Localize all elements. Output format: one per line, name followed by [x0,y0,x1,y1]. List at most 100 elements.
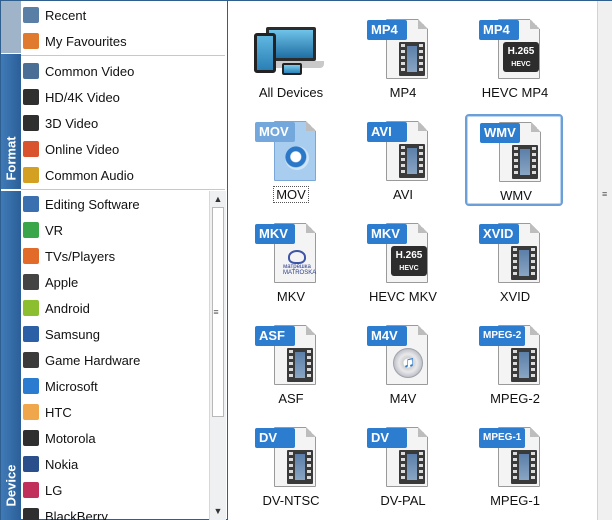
format-label: WMV [500,188,532,203]
category-label: Common Video [45,63,135,79]
top-category-list: Recent My Favourites [21,2,225,54]
format-badge: DV [255,428,295,448]
motorola-phone-icon [23,430,39,446]
video-file-icon: MP4 [367,17,428,81]
format-tile-wmv[interactable]: WMV WMV [465,114,563,206]
video-file-icon: XVID [479,221,540,285]
format-badge: MPEG-1 [479,428,526,448]
video-file-icon: ASF [255,323,316,387]
category-label: Apple [45,274,79,290]
category-item-online-video[interactable]: Online Video [21,136,225,162]
format-label: MKV [276,289,306,304]
category-item-samsung[interactable]: Samsung [21,321,209,347]
format-tile-mpeg-1[interactable]: MPEG-1 MPEG-1 [466,421,564,513]
category-label: HTC [45,404,72,420]
category-label: LG [45,482,63,498]
category-item-blackberry[interactable]: BlackBerry [21,503,209,520]
category-item-htc[interactable]: HTC [21,399,209,425]
format-tile-mpeg-2[interactable]: MPEG-2 MPEG-2 [466,319,564,411]
category-item-game-hardware[interactable]: Game Hardware [21,347,209,373]
format-tile-dv-pal[interactable]: DV DV-PAL [354,421,452,513]
category-label: Android [45,300,90,316]
format-tile-m4v[interactable]: ♫ M4V M4V [354,319,452,411]
format-label: M4V [389,391,417,406]
format-grid: All Devices MP4 MP4 H.265 HEVC MP4 HEVC MP4 MOV… [227,1,597,520]
category-item-common-audio[interactable]: Common Audio [21,162,225,188]
heart-icon [23,33,39,49]
format-section-label[interactable]: Format [1,129,21,189]
format-tile-hevc-mp4[interactable]: H.265 HEVC MP4 HEVC MP4 [466,13,564,105]
category-item-lg[interactable]: LG [21,477,209,503]
category-label: Online Video [45,141,120,157]
category-label: Recent [45,7,87,23]
format-badge: DV [367,428,407,448]
codec-label: H.265 [507,46,535,57]
category-item-my-favourites[interactable]: My Favourites [21,28,225,54]
format-badge: MOV [255,122,295,142]
format-badge: WMV [480,123,520,143]
category-item-microsoft[interactable]: Microsoft [21,373,209,399]
category-item-tvs-players[interactable]: TVs/Players [21,243,209,269]
category-label: VR [45,222,64,238]
format-tile-hevc-mkv[interactable]: H.265 HEVC MKV HEVC MKV [354,217,452,309]
codec-sublabel: HEVC [399,265,419,272]
category-item-motorola[interactable]: Motorola [21,425,209,451]
category-item-android[interactable]: Android [21,295,209,321]
format-label: HEVC MKV [369,289,437,304]
scroll-up-arrow[interactable]: ▲ [212,193,224,205]
sidebar-top-strip [1,1,21,53]
device-section-label[interactable]: Device [1,456,21,516]
video-file-icon: матрёшка MATROSKA MKV [255,221,317,285]
format-tile-avi[interactable]: AVI AVI [354,115,452,207]
quicktime-icon [285,146,309,170]
category-label: 3D Video [45,115,99,131]
3d-icon [23,115,39,131]
format-label: MPEG-1 [490,493,540,508]
video-file-icon: H.265 HEVC MKV [367,221,428,285]
category-item-vr[interactable]: VR [21,217,209,243]
format-tile-all-devices[interactable]: All Devices [242,13,340,105]
recent-icon [23,7,39,23]
format-tile-dv-ntsc[interactable]: DV DV-NTSC [242,421,340,513]
game-controller-icon [23,352,39,368]
editing-software-icon [23,196,39,212]
category-label: Samsung [45,326,100,342]
format-label: DV-PAL [380,493,426,508]
category-label: TVs/Players [45,248,116,264]
category-item-editing-software[interactable]: Editing Software [21,191,209,217]
vr-icon [23,222,39,238]
category-item-common-video[interactable]: Common Video [21,58,225,84]
matroska-label: матрёшка MATROSKA [283,264,317,276]
divider [21,189,225,190]
category-item-nokia[interactable]: Nokia [21,451,209,477]
format-tile-asf[interactable]: ASF ASF [242,319,340,411]
format-label: HEVC MP4 [481,85,549,100]
lg-phone-icon [23,482,39,498]
format-tile-mp4[interactable]: MP4 MP4 [354,13,452,105]
format-grid-scrollbar[interactable]: ≡ [597,1,612,520]
category-item-3d-video[interactable]: 3D Video [21,110,225,136]
category-label: Microsoft [45,378,98,394]
divider [21,55,225,56]
device-list-scrollbar[interactable]: ▲ ≡ ▼ [209,191,226,520]
online-video-icon [23,141,39,157]
codec-sublabel: HEVC [511,61,531,68]
format-tile-mov[interactable]: MOV MOV [242,115,340,207]
matroska-logo-icon [288,250,306,264]
format-tile-mkv[interactable]: матрёшка MATROSKA MKV MKV [242,217,340,309]
samsung-phone-icon [23,326,39,342]
device-category-list: Editing Software VR TVs/Players Apple Androi… [21,191,209,520]
format-badge: AVI [367,122,407,142]
scroll-down-arrow[interactable]: ▼ [212,505,224,517]
category-item-recent[interactable]: Recent [21,2,225,28]
format-badge: MP4 [367,20,407,40]
format-label: ASF [278,391,304,406]
format-tile-xvid[interactable]: XVID XVID [466,217,564,309]
format-label: XVID [499,289,531,304]
format-category-list: Common Video HD/4K Video 3D Video Online Vi… [21,58,225,188]
category-item-hd-4k-video[interactable]: HD/4K Video [21,84,225,110]
category-item-apple[interactable]: Apple [21,269,209,295]
nokia-phone-icon [23,456,39,472]
format-badge: XVID [479,224,519,244]
category-label: Game Hardware [45,352,141,368]
